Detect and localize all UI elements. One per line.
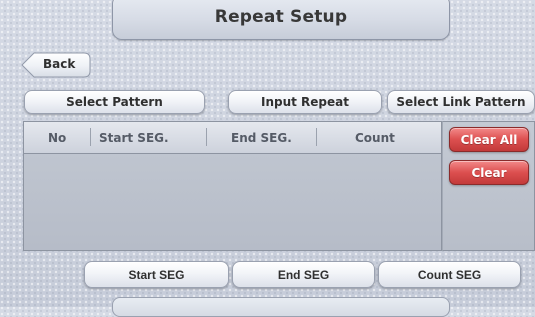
end-seg-button[interactable]: End SEG [232,261,375,288]
input-repeat-label: Input Repeat [261,95,349,109]
repeat-table[interactable]: No Start SEG. End SEG. Count [23,121,442,251]
column-header-start-seg: Start SEG. [99,131,169,145]
column-divider [206,128,207,146]
clear-all-label: Clear All [460,132,518,147]
column-divider [90,128,91,146]
column-divider [316,128,317,146]
column-header-no: No [48,131,67,145]
clear-all-button[interactable]: Clear All [449,127,529,152]
clear-label: Clear [471,165,507,180]
clear-button[interactable]: Clear [449,160,529,185]
select-link-pattern-label: Select Link Pattern [396,95,526,109]
start-seg-label: Start SEG [128,267,185,282]
page-title: Repeat Setup [112,0,450,40]
start-seg-button[interactable]: Start SEG [84,261,229,288]
select-pattern-label: Select Pattern [66,95,163,109]
count-seg-button[interactable]: Count SEG [378,261,521,288]
select-link-pattern-button[interactable]: Select Link Pattern [387,90,535,114]
count-seg-label: Count SEG [417,267,482,282]
side-actions-panel: Clear All Clear [442,121,535,251]
back-button-label: Back [43,57,76,71]
column-header-count: Count [355,131,395,145]
table-header: No Start SEG. End SEG. Count [24,122,441,154]
input-repeat-button[interactable]: Input Repeat [228,90,382,114]
end-seg-label: End SEG [277,267,330,282]
back-button[interactable]: Back [21,52,91,78]
select-pattern-button[interactable]: Select Pattern [24,90,205,114]
bottom-panel-edge [112,297,450,317]
table-body[interactable] [24,154,441,250]
column-header-end-seg: End SEG. [231,131,292,145]
